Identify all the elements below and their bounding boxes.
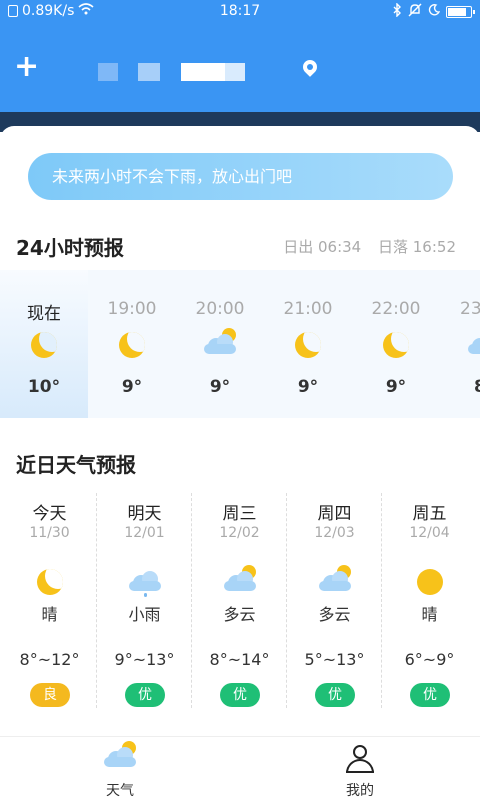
light-rain-icon [129, 569, 161, 597]
hour-temp: 10° [27, 377, 61, 397]
hour-temp: 9° [209, 377, 231, 397]
battery-icon [446, 6, 475, 18]
air-quality-badge: 优 [125, 683, 165, 707]
day-name: 今天 [32, 504, 67, 524]
hour-temp: 8 [474, 377, 480, 397]
air-quality-badge: 优 [410, 683, 450, 707]
day-item[interactable]: 明天 12/01 小雨 9°~13° 优 [96, 493, 192, 708]
status-right [392, 2, 475, 21]
hour-temp: 9° [121, 377, 143, 397]
day-date: 12/01 [124, 525, 165, 541]
hour-temp: 9° [297, 377, 319, 397]
day-condition: 晴 [41, 605, 58, 624]
sunrise-time: 日出 06:34 [283, 238, 362, 256]
hour-item: 23 8 [440, 270, 480, 418]
location-pin-icon[interactable] [300, 57, 320, 77]
city-name-blur-2 [138, 63, 160, 81]
hour-item: 21:00 9° [264, 270, 352, 418]
tab-mine[interactable]: 我的 [240, 737, 480, 801]
day-condition: 晴 [421, 605, 438, 624]
hour-time: 现在 [27, 304, 61, 324]
city-name-blur-3 [181, 63, 225, 81]
day-date: 11/30 [29, 525, 70, 541]
day-name: 周三 [222, 504, 257, 524]
partly-cloudy-icon [319, 565, 351, 591]
add-city-button[interactable]: + [14, 52, 39, 82]
hour-time: 21:00 [283, 299, 333, 319]
bluetooth-icon [392, 2, 402, 21]
tab-mine-label: 我的 [346, 783, 374, 799]
tab-weather-label: 天气 [106, 783, 134, 799]
hour-time: 20:00 [195, 299, 245, 319]
day-name: 明天 [127, 504, 162, 524]
day-name: 周五 [412, 504, 447, 524]
air-quality-badge: 良 [30, 683, 70, 707]
status-bar: 0.89K/s 18:17 [0, 0, 480, 24]
bottom-tab-bar: 天气 我的 [0, 736, 480, 801]
weather-tab-icon [104, 741, 136, 767]
day-condition: 小雨 [128, 605, 161, 624]
day-temp-range: 8°~14° [209, 650, 270, 669]
hourly-forecast-title: 24小时预报 [16, 236, 124, 260]
moon-icon [295, 332, 321, 358]
sunset-time: 日落 16:52 [378, 238, 456, 256]
moon-icon [37, 569, 63, 595]
day-temp-range: 9°~13° [114, 650, 175, 669]
hour-time: 22:00 [371, 299, 421, 319]
sun-times: 日出 06:34 日落 16:52 [271, 236, 456, 257]
header: + [0, 24, 480, 114]
day-date: 12/02 [219, 525, 260, 541]
city-name-blur-4 [225, 63, 245, 81]
air-quality-badge: 优 [220, 683, 260, 707]
moon-icon [383, 332, 409, 358]
day-date: 12/03 [314, 525, 355, 541]
hour-item: 现在 10° [0, 270, 88, 418]
day-item[interactable]: 周五 12/04 晴 6°~9° 优 [381, 493, 477, 708]
hour-item: 22:00 9° [352, 270, 440, 418]
daily-forecast-title: 近日天气预报 [16, 453, 136, 477]
cloudy-night-icon [204, 328, 236, 354]
hour-item: 19:00 9° [88, 270, 176, 418]
hour-item: 20:00 9° [176, 270, 264, 418]
day-item[interactable]: 周四 12/03 多云 5°~13° 优 [286, 493, 382, 708]
day-date: 12/04 [409, 525, 450, 541]
day-temp-range: 5°~13° [304, 650, 365, 669]
moon-icon [31, 332, 57, 358]
day-temp-range: 6°~9° [404, 650, 455, 669]
moon-icon [119, 332, 145, 358]
night-mode-icon [428, 4, 441, 20]
hourly-forecast-strip[interactable]: 现在 10° 19:00 9° 20:00 9° 21:00 9° 22:00 … [0, 270, 480, 418]
sun-icon [417, 569, 443, 595]
hour-time: 19:00 [107, 299, 157, 319]
city-name-blur-1 [98, 63, 118, 81]
mute-icon [408, 3, 422, 21]
cloud-icon [468, 332, 480, 354]
hour-time: 23 [460, 299, 480, 319]
user-icon [346, 745, 374, 773]
day-item[interactable]: 今天 11/30 晴 8°~12° 良 [2, 493, 97, 708]
day-name: 周四 [317, 504, 352, 524]
daily-forecast-list: 今天 11/30 晴 8°~12° 良 明天 12/01 小雨 9°~13° 优… [0, 493, 480, 713]
hour-temp: 9° [385, 377, 407, 397]
day-condition: 多云 [223, 605, 256, 624]
partly-cloudy-icon [224, 565, 256, 591]
air-quality-badge: 优 [315, 683, 355, 707]
tab-weather[interactable]: 天气 [0, 737, 240, 801]
day-temp-range: 8°~12° [19, 650, 80, 669]
day-item[interactable]: 周三 12/02 多云 8°~14° 优 [191, 493, 287, 708]
rain-forecast-banner[interactable]: 未来两小时不会下雨，放心出门吧 [28, 153, 453, 200]
day-condition: 多云 [318, 605, 351, 624]
